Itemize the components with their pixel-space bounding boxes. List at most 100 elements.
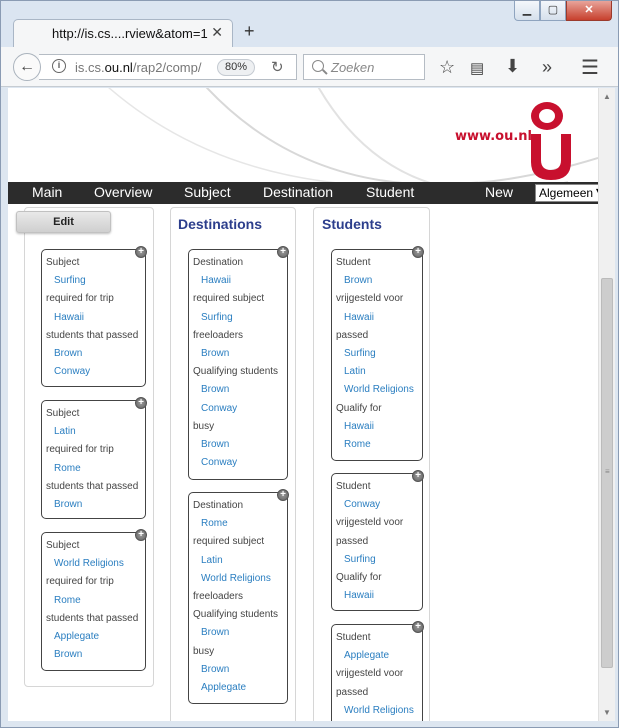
link-value[interactable]: Hawaii — [201, 275, 231, 286]
record-card: + Subject World Religions required for trip… — [41, 529, 147, 671]
link-value[interactable]: Conway — [54, 366, 90, 377]
link-value[interactable]: Rome — [201, 518, 228, 529]
address-bar[interactable]: i is.cs.ou.nl/rap2/comp/ 80% ↻ — [39, 54, 297, 80]
zoom-level-badge[interactable]: 80% — [217, 59, 255, 76]
link-value[interactable]: Conway — [201, 457, 237, 468]
link-value[interactable]: Brown — [201, 664, 229, 675]
ou-logo[interactable] — [527, 100, 583, 182]
link-value[interactable]: Brown — [201, 348, 229, 359]
close-window-button[interactable]: ✕ — [566, 1, 612, 21]
reload-icon[interactable]: ↻ — [271, 58, 284, 76]
link-value[interactable]: World Religions — [54, 558, 124, 569]
link-value[interactable]: Applegate — [201, 682, 246, 693]
reading-list-icon[interactable]: ▤ — [470, 59, 484, 77]
students-column: Students + Student Brown vrijgesteld voor Ha… — [313, 207, 430, 721]
menu-item-main[interactable]: Main — [32, 184, 62, 200]
link-value[interactable]: Brown — [201, 627, 229, 638]
menu-item-destination[interactable]: Destination — [263, 184, 333, 200]
record-card: + Subject Surfing required for trip Hawaii st… — [41, 246, 147, 387]
language-select[interactable]: Algemeen ▼ — [535, 184, 598, 202]
link-value[interactable]: Latin — [344, 366, 366, 377]
field-label: Destination — [193, 500, 244, 511]
link-value[interactable]: Hawaii — [344, 312, 374, 323]
scroll-down-arrow-icon[interactable]: ▼ — [603, 708, 611, 717]
menu-item-subject[interactable]: Subject — [184, 184, 231, 200]
field-label: Qualifying students — [193, 609, 279, 621]
link-value[interactable]: Surfing — [344, 348, 376, 359]
back-arrow-icon: ← — [19, 58, 35, 75]
expand-plus-icon[interactable]: + — [412, 246, 424, 258]
field-label: freeloaders — [193, 329, 244, 341]
link-value[interactable]: Brown — [54, 649, 82, 660]
link-value[interactable]: Hawaii — [344, 421, 374, 432]
record-card: + Subject Latin required for trip Rome studen… — [41, 397, 147, 519]
navigation-toolbar: i is.cs.ou.nl/rap2/comp/ 80% ↻ ← Zoeken … — [1, 47, 618, 87]
field-label: required subject — [193, 293, 265, 305]
expand-plus-icon[interactable]: + — [135, 246, 147, 258]
expand-plus-icon[interactable]: + — [277, 489, 289, 501]
field-label: passed — [336, 686, 369, 698]
field-label: required for trip — [46, 576, 114, 588]
maximize-button[interactable]: ▢ — [540, 1, 566, 21]
expand-plus-icon[interactable]: + — [135, 529, 147, 541]
field-label: required for trip — [46, 293, 114, 305]
link-value[interactable]: Latin — [54, 426, 76, 437]
link-value[interactable]: World Religions — [344, 705, 414, 716]
expand-plus-icon[interactable]: + — [412, 621, 424, 633]
link-value[interactable]: Applegate — [344, 650, 389, 661]
expand-plus-icon[interactable]: + — [277, 246, 289, 258]
link-value[interactable]: Conway — [344, 499, 380, 510]
link-value[interactable]: Rome — [344, 439, 371, 450]
menu-item-overview[interactable]: Overview — [94, 184, 152, 200]
scroll-up-arrow-icon[interactable]: ▲ — [603, 92, 611, 101]
info-icon[interactable]: i — [52, 59, 66, 73]
link-value[interactable]: Rome — [54, 463, 81, 474]
expand-plus-icon[interactable]: + — [412, 470, 424, 482]
close-tab-icon[interactable]: ✕ — [211, 24, 223, 41]
link-value[interactable]: Brown — [201, 384, 229, 395]
record-card: + Student Brown vrijgesteld voor Hawaii passe… — [331, 246, 424, 461]
search-bar[interactable]: Zoeken — [303, 54, 425, 80]
browser-tab[interactable]: http://is.cs....rview&atom=1 ✕ — [13, 19, 233, 47]
download-icon[interactable]: ⬇ — [505, 56, 520, 77]
field-label: Destination — [193, 257, 244, 268]
link-value[interactable]: Applegate — [54, 631, 99, 642]
new-tab-icon[interactable]: + — [244, 21, 255, 42]
url-text[interactable]: is.cs.ou.nl/rap2/comp/ — [75, 60, 201, 75]
link-value[interactable]: Brown — [344, 275, 372, 286]
link-value[interactable]: Hawaii — [344, 590, 374, 601]
link-value[interactable]: Hawaii — [54, 312, 84, 323]
scrollbar-thumb[interactable]: ≡ — [601, 278, 613, 668]
link-value[interactable]: Surfing — [54, 275, 86, 286]
link-value[interactable]: World Religions — [344, 384, 414, 395]
title-bar: ▁ ▢ ✕ http://is.cs....rview&atom=1 ✕ + — [1, 1, 618, 47]
link-value[interactable]: Conway — [201, 403, 237, 414]
field-label: busy — [193, 645, 215, 657]
hamburger-menu-icon[interactable]: ☰ — [581, 55, 599, 80]
link-value[interactable]: Surfing — [344, 554, 376, 565]
menu-item-student[interactable]: Student — [366, 184, 414, 200]
scroll-grip-icon: ≡ — [605, 467, 610, 476]
search-placeholder: Zoeken — [331, 60, 375, 75]
site-url-text[interactable]: www.ou.nl — [455, 129, 532, 144]
bookmark-star-icon[interactable]: ☆ — [439, 57, 455, 78]
link-value[interactable]: Rome — [54, 595, 81, 606]
expand-plus-icon[interactable]: + — [135, 397, 147, 409]
link-value[interactable]: Latin — [201, 555, 223, 566]
field-label: vrijgesteld voor — [336, 668, 404, 680]
overflow-chevron-icon[interactable]: » — [542, 57, 552, 78]
browser-window: ▁ ▢ ✕ http://is.cs....rview&atom=1 ✕ + i… — [0, 0, 619, 728]
link-value[interactable]: Brown — [54, 348, 82, 359]
search-icon — [312, 60, 324, 72]
back-button[interactable]: ← — [13, 53, 41, 81]
minimize-button[interactable]: ▁ — [514, 1, 540, 21]
link-value[interactable]: Surfing — [201, 312, 233, 323]
menu-item-new[interactable]: New — [485, 184, 513, 200]
link-value[interactable]: Brown — [201, 439, 229, 450]
language-select-value: Algemeen — [539, 186, 594, 200]
link-value[interactable]: World Religions — [201, 573, 271, 584]
edit-button[interactable]: Edit — [16, 211, 111, 233]
field-label: Student — [336, 257, 371, 268]
vertical-scrollbar[interactable]: ▲ ≡ ▼ — [598, 88, 615, 721]
link-value[interactable]: Brown — [54, 499, 82, 510]
